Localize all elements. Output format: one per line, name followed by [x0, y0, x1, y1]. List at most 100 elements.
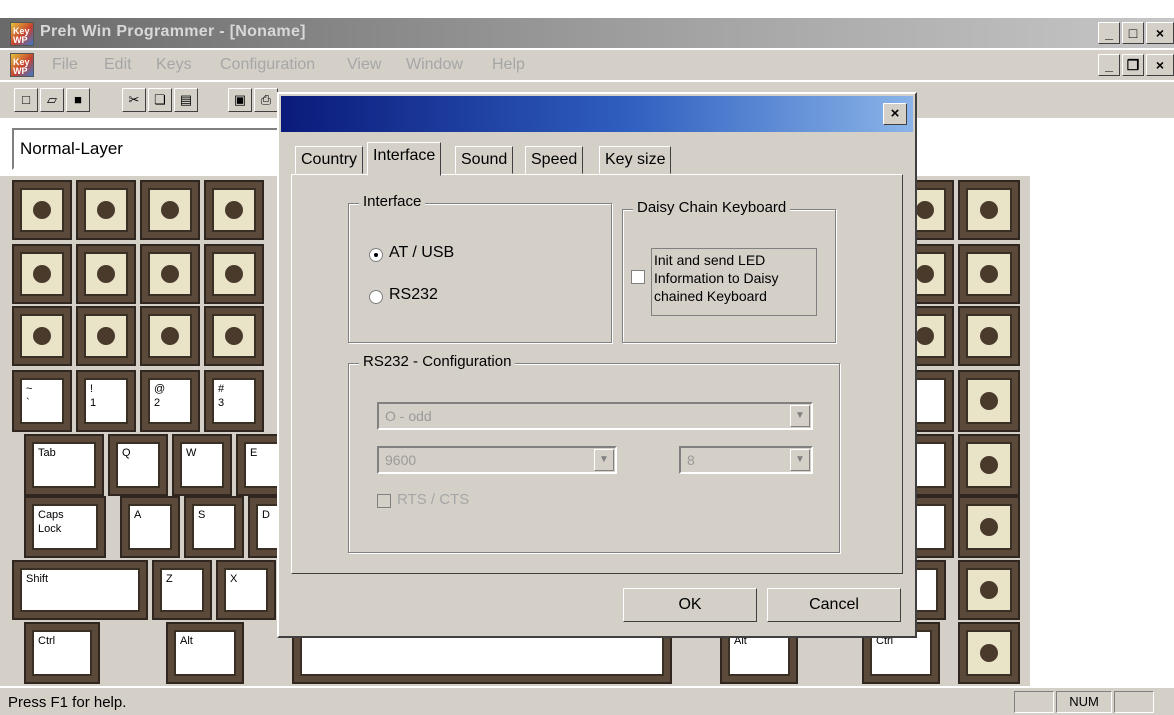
layer-select[interactable]: Normal-Layer: [12, 128, 302, 170]
menu-bar: Key WP File Edit Keys Configuration View …: [0, 50, 1174, 80]
window-title: Preh Win Programmer - [Noname]: [40, 23, 306, 40]
rts-cts-checkbox[interactable]: [377, 494, 391, 508]
key-button[interactable]: [76, 306, 136, 366]
key-ctrl-left[interactable]: Ctrl: [24, 622, 100, 684]
key-tab[interactable]: Tab: [24, 434, 104, 496]
status-panel-scroll: [1114, 691, 1154, 713]
key-button[interactable]: [204, 180, 264, 240]
document-icon[interactable]: Key WP: [10, 53, 34, 77]
bits-value: 8: [687, 452, 695, 468]
key-a[interactable]: A: [120, 496, 180, 558]
menu-help[interactable]: Help: [492, 56, 525, 74]
tab-key-size[interactable]: Key size: [599, 146, 672, 174]
save-icon[interactable]: ■: [66, 88, 90, 112]
cut-icon[interactable]: ✂: [122, 88, 146, 112]
key-button[interactable]: [140, 244, 200, 304]
cancel-button[interactable]: Cancel: [767, 588, 901, 622]
print-icon[interactable]: ⎙: [254, 88, 278, 112]
key-x[interactable]: X: [216, 560, 276, 620]
chevron-down-icon[interactable]: ▼: [594, 449, 614, 471]
menu-configuration[interactable]: Configuration: [220, 56, 315, 74]
key-tilde[interactable]: ~ `: [12, 370, 72, 432]
daisy-chain-checkbox-label: Init and send LED Information to Daisy c…: [651, 248, 817, 316]
tab-speed[interactable]: Speed: [525, 146, 584, 174]
radio-at-usb[interactable]: [369, 248, 383, 262]
key-w[interactable]: W: [172, 434, 232, 496]
key-s[interactable]: S: [184, 496, 244, 558]
key-button[interactable]: [12, 180, 72, 240]
tab-interface[interactable]: Interface: [367, 142, 442, 176]
key-z[interactable]: Z: [152, 560, 212, 620]
menu-keys[interactable]: Keys: [156, 56, 192, 74]
key-1[interactable]: ! 1: [76, 370, 136, 432]
interface-group-label: Interface: [359, 193, 426, 210]
daisy-chain-group-label: Daisy Chain Keyboard: [633, 199, 791, 216]
tab-panel-interface: Interface AT / USB RS232 Daisy Chain Key…: [291, 174, 903, 574]
copy-icon[interactable]: ❏: [148, 88, 172, 112]
key-button[interactable]: [12, 244, 72, 304]
status-panel-num: NUM: [1056, 691, 1112, 713]
radio-rs232-label: RS232: [389, 286, 438, 303]
child-restore-button[interactable]: ❐: [1122, 54, 1144, 76]
key-button[interactable]: [958, 496, 1020, 558]
minimize-button[interactable]: _: [1098, 22, 1120, 44]
app-icon: Key WP: [10, 22, 34, 46]
radio-at-usb-label: AT / USB: [389, 244, 455, 261]
radio-rs232[interactable]: [369, 290, 383, 304]
rs232-config-group: RS232 - Configuration O - odd ▼ 9600 ▼ 8…: [348, 353, 840, 553]
maximize-button[interactable]: □: [1122, 22, 1144, 44]
key-button[interactable]: [140, 180, 200, 240]
key-button[interactable]: [958, 434, 1020, 496]
interface-group: Interface AT / USB RS232: [348, 193, 612, 343]
rs232-config-group-label: RS232 - Configuration: [359, 353, 516, 370]
menu-edit[interactable]: Edit: [104, 56, 132, 74]
status-panel-caps: [1014, 691, 1054, 713]
key-button[interactable]: [958, 560, 1020, 620]
key-button[interactable]: [76, 180, 136, 240]
key-button[interactable]: [140, 306, 200, 366]
key-button[interactable]: [958, 370, 1020, 432]
key-shift[interactable]: Shift: [12, 560, 148, 620]
status-text: Press F1 for help.: [8, 694, 127, 711]
key-q[interactable]: Q: [108, 434, 168, 496]
parity-value: O - odd: [385, 408, 432, 424]
key-button[interactable]: [958, 306, 1020, 366]
status-bar: Press F1 for help. NUM: [0, 688, 1174, 715]
properties-icon[interactable]: ▣: [228, 88, 252, 112]
settings-dialog: × Country Interface Sound Speed Key size…: [277, 92, 917, 638]
baud-select[interactable]: 9600 ▼: [377, 446, 617, 474]
open-icon[interactable]: ▱: [40, 88, 64, 112]
menu-window[interactable]: Window: [406, 56, 463, 74]
key-alt-left[interactable]: Alt: [166, 622, 244, 684]
tab-sound[interactable]: Sound: [455, 146, 514, 174]
key-3[interactable]: # 3: [204, 370, 264, 432]
menu-file[interactable]: File: [52, 56, 78, 74]
chevron-down-icon[interactable]: ▼: [790, 405, 810, 427]
daisy-chain-group: Daisy Chain Keyboard Init and send LED I…: [622, 199, 836, 343]
key-button[interactable]: [958, 622, 1020, 684]
key-button[interactable]: [204, 306, 264, 366]
daisy-chain-checkbox[interactable]: [631, 270, 645, 284]
bits-select[interactable]: 8 ▼: [679, 446, 813, 474]
key-button[interactable]: [958, 244, 1020, 304]
dialog-close-button[interactable]: ×: [883, 103, 907, 125]
ok-button[interactable]: OK: [623, 588, 757, 622]
key-caps-lock[interactable]: Caps Lock: [24, 496, 106, 558]
dialog-title-bar: ×: [281, 96, 913, 132]
parity-select[interactable]: O - odd ▼: [377, 402, 813, 430]
key-button[interactable]: [958, 180, 1020, 240]
new-icon[interactable]: □: [14, 88, 38, 112]
child-minimize-button[interactable]: _: [1098, 54, 1120, 76]
key-button[interactable]: [204, 244, 264, 304]
paste-icon[interactable]: ▤: [174, 88, 198, 112]
baud-value: 9600: [385, 452, 417, 468]
chevron-down-icon[interactable]: ▼: [790, 449, 810, 471]
tab-country[interactable]: Country: [295, 146, 364, 174]
menu-view[interactable]: View: [347, 56, 381, 74]
close-button[interactable]: ×: [1146, 22, 1174, 44]
key-button[interactable]: [12, 306, 72, 366]
key-button[interactable]: [76, 244, 136, 304]
child-close-button[interactable]: ×: [1146, 54, 1174, 76]
key-2[interactable]: @ 2: [140, 370, 200, 432]
rts-cts-label: RTS / CTS: [397, 491, 470, 508]
